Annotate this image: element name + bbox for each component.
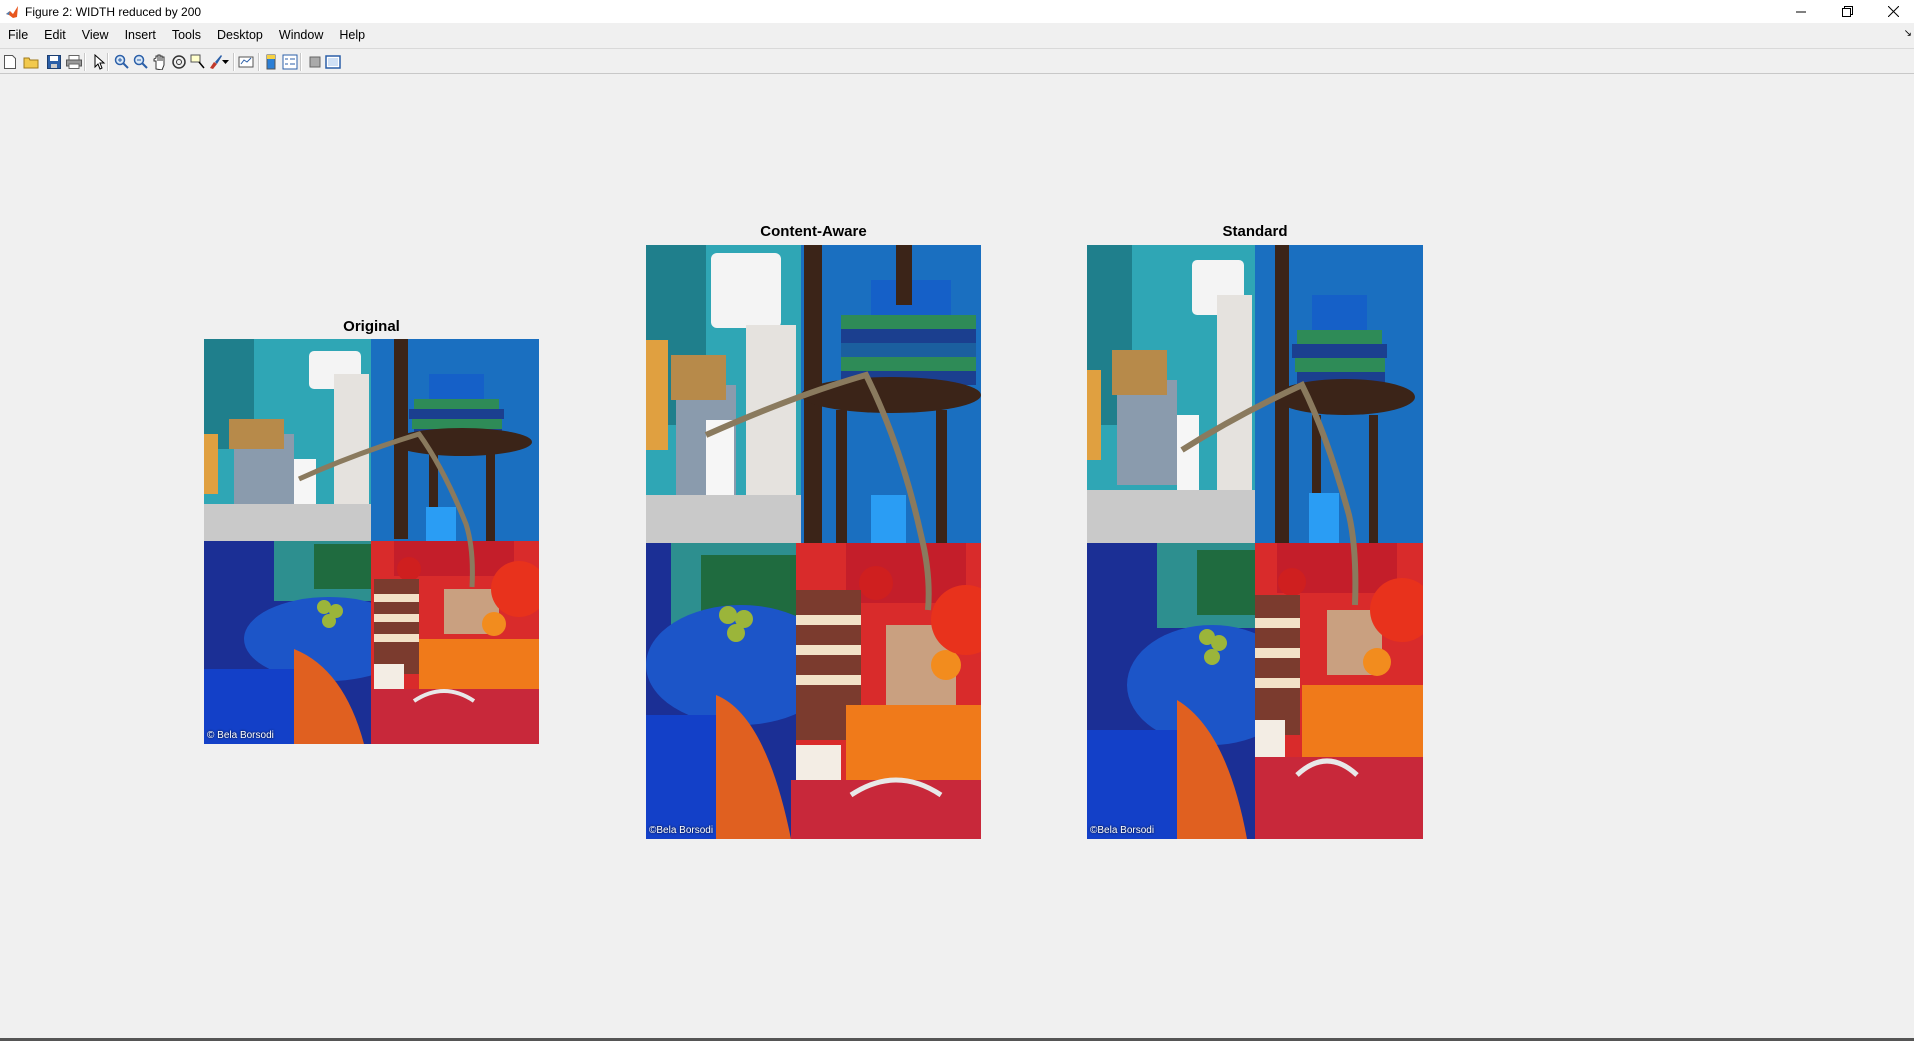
axes-title-content-aware: Content-Aware: [760, 223, 867, 240]
insert-colorbar-button[interactable]: [261, 52, 281, 72]
show-plot-tools-button[interactable]: [323, 52, 343, 72]
menu-bar: File Edit View Insert Tools Desktop Wind…: [0, 25, 1914, 45]
restore-button[interactable]: [1824, 0, 1870, 23]
zoom-in-icon: [114, 54, 129, 69]
zoom-out-button[interactable]: [131, 52, 151, 72]
save-button[interactable]: [44, 52, 64, 72]
content-aware-image: ©Bela Borsodi: [646, 245, 981, 839]
brush-dropdown-button[interactable]: [220, 52, 230, 72]
restore-icon: [1841, 6, 1853, 17]
open-file-icon: [23, 57, 39, 69]
print-button[interactable]: [64, 52, 84, 72]
chevron-down-icon: [221, 59, 229, 64]
open-file-button[interactable]: [21, 52, 41, 72]
insert-colorbar-icon: [266, 54, 276, 70]
photo-credit: ©Bela Borsodi: [1090, 825, 1155, 836]
menu-insert[interactable]: Insert: [117, 25, 164, 45]
minimize-button[interactable]: [1778, 0, 1824, 23]
photo-credit: © Bela Borsodi: [207, 730, 274, 741]
dock-arrow-icon[interactable]: ↘: [1904, 28, 1912, 39]
close-button[interactable]: [1870, 0, 1914, 23]
title-bar: Figure 2: WIDTH reduced by 200: [0, 0, 1914, 23]
close-icon: [1887, 6, 1899, 17]
minimize-icon: [1796, 11, 1806, 12]
rotate-3d-button[interactable]: [169, 52, 189, 72]
zoom-out-icon: [133, 54, 148, 69]
photo-credit: ©Bela Borsodi: [649, 825, 714, 836]
pan-button[interactable]: [150, 52, 170, 72]
data-cursor-icon: [190, 54, 205, 69]
select-arrow-icon: [94, 54, 106, 70]
link-plot-button[interactable]: [236, 52, 256, 72]
menu-window[interactable]: Window: [271, 25, 331, 45]
insert-legend-button[interactable]: [280, 52, 300, 72]
window-title: Figure 2: WIDTH reduced by 200: [25, 4, 202, 19]
content-aware-image-photo: [646, 245, 981, 839]
insert-legend-icon: [282, 54, 298, 70]
standard-image-photo: [1087, 245, 1423, 839]
link-plot-icon: [238, 56, 254, 68]
print-icon: [66, 55, 82, 69]
original-image-photo: [204, 339, 539, 744]
hide-plot-tools-icon: [309, 56, 321, 68]
hide-plot-tools-button[interactable]: [305, 52, 325, 72]
menu-file[interactable]: File: [0, 25, 36, 45]
zoom-in-button[interactable]: [112, 52, 132, 72]
show-plot-tools-icon: [325, 55, 341, 69]
pan-hand-icon: [153, 54, 165, 70]
toolbar-separator: [300, 53, 302, 71]
save-icon: [47, 55, 61, 69]
figure-toolbar: [0, 48, 1914, 74]
menu-edit[interactable]: Edit: [36, 25, 74, 45]
rotate-3d-icon: [172, 55, 186, 69]
axes-title-original: Original: [343, 318, 400, 335]
menu-desktop[interactable]: Desktop: [209, 25, 271, 45]
new-figure-button[interactable]: [0, 52, 20, 72]
toolbar-separator: [84, 53, 86, 71]
toolbar-separator: [233, 53, 235, 71]
new-figure-icon: [4, 55, 16, 69]
menu-tools[interactable]: Tools: [164, 25, 209, 45]
toolbar-separator: [258, 53, 260, 71]
toolbar-separator: [107, 53, 109, 71]
menu-view[interactable]: View: [74, 25, 117, 45]
menu-help[interactable]: Help: [331, 25, 373, 45]
original-image: © Bela Borsodi: [204, 339, 539, 744]
standard-image: ©Bela Borsodi: [1087, 245, 1423, 839]
axes-title-standard: Standard: [1222, 223, 1288, 240]
matlab-logo-icon: [6, 5, 18, 18]
